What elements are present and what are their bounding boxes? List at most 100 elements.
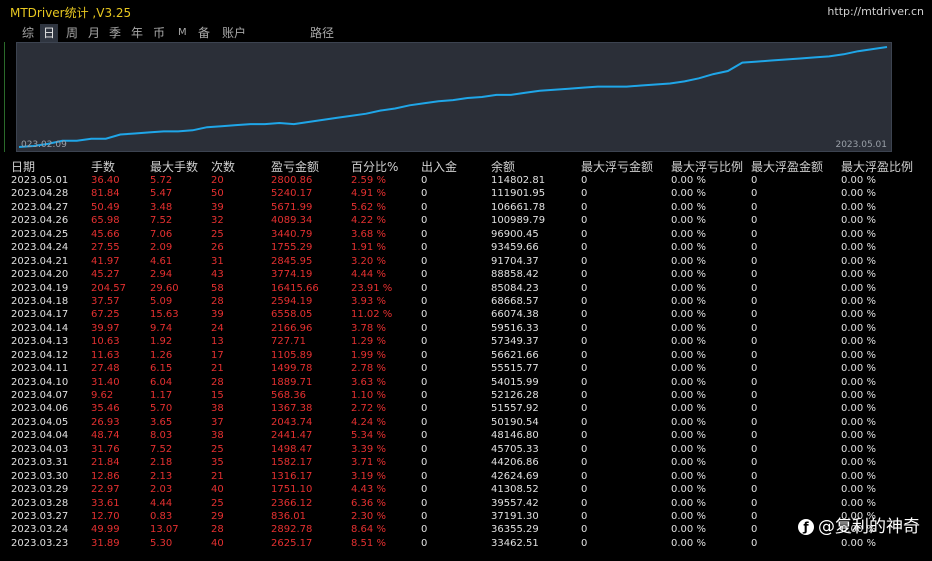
tab-magic[interactable]: M [178,24,187,42]
website-link[interactable]: http://mtdriver.cn [827,5,924,18]
table-row[interactable]: 2023.04.14 39.97 9.74 24 2166.96 3.78 % 0 59516… [0,322,932,335]
table-row[interactable]: 2023.04.06 35.46 5.70 38 1367.38 2.72 % 0 51557… [0,402,932,415]
col-max-float-loss-cell: 0 [581,255,588,267]
tab-day[interactable]: 日 [40,24,59,42]
col-date-cell: 2023.03.27 [11,510,69,522]
table-row[interactable]: 2023.04.27 50.49 3.48 39 5671.99 5.62 % 0 10666… [0,201,932,214]
table-row[interactable]: 2023.04.18 37.57 5.09 28 2594.19 3.93 % 0 68668… [0,295,932,308]
table-row[interactable]: 2023.03.24 49.99 13.07 28 2892.78 8.64 % 0 3635… [0,523,932,536]
col-date-cell: 2023.04.17 [11,309,69,321]
tab-account[interactable]: 账户 [222,24,246,42]
table-header: 日期 手数 最大手数 次数 盈亏金额 百分比% 出入金 余额 最大浮亏金额 最大浮亏比例 最大浮盈金… [0,158,932,175]
col-lots-header[interactable]: 手数 [91,158,115,175]
table-row[interactable]: 2023.04.13 10.63 1.92 13 727.71 1.29 % 0 57349.… [0,335,932,348]
table-row[interactable]: 2023.04.04 48.74 8.03 38 2441.47 5.34 % 0 48146… [0,429,932,442]
col-lots-cell: 45.66 [91,228,120,240]
col-balance-cell: 45705.33 [491,443,539,455]
tab-year[interactable]: 年 [131,24,143,42]
col-max-float-loss-pct-cell: 0.00 % [671,457,706,469]
col-max-float-profit-cell: 0 [751,416,758,428]
col-percent-cell: 4.44 % [351,269,386,281]
tab-quarter[interactable]: 季 [109,24,121,42]
col-date-cell: 2023.03.23 [11,537,69,549]
col-max-float-profit-cell: 0 [751,228,758,240]
col-max-float-loss-pct-header[interactable]: 最大浮亏比例 [671,158,743,175]
table-row[interactable]: 2023.03.27 12.70 0.83 29 836.01 2.30 % 0 37191.… [0,510,932,523]
col-date-cell: 2023.03.24 [11,524,69,536]
col-count-cell: 50 [211,188,224,200]
col-lots-cell: 67.25 [91,309,120,321]
col-lots-cell: 31.40 [91,376,120,388]
col-max-float-loss-pct-cell: 0.00 % [671,363,706,375]
tab-month[interactable]: 月 [88,24,100,42]
col-max-float-loss-cell: 0 [581,242,588,254]
col-count-header[interactable]: 次数 [211,158,235,175]
table-row[interactable]: 2023.04.26 65.98 7.52 32 4089.34 4.22 % 0 10098… [0,214,932,227]
col-max-float-profit-pct-cell: 0.00 % [841,457,876,469]
col-max-float-loss-pct-cell: 0.00 % [671,497,706,509]
col-percent-cell: 1.29 % [351,336,386,348]
tab-path[interactable]: 路径 [310,24,334,42]
col-max-float-profit-pct-header[interactable]: 最大浮盈比例 [841,158,913,175]
table-row[interactable]: 2023.04.07 9.62 1.17 15 568.36 1.10 % 0 52126.2… [0,389,932,402]
col-max-lots-cell: 9.74 [150,322,173,334]
col-pnl-cell: 1367.38 [271,403,313,415]
col-max-float-loss-cell: 0 [581,537,588,549]
table-row[interactable]: 2023.04.24 27.55 2.09 26 1755.29 1.91 % 0 93459… [0,241,932,254]
col-max-float-loss-header[interactable]: 最大浮亏金额 [581,158,653,175]
col-percent-cell: 11.02 % [351,309,393,321]
col-count-cell: 38 [211,430,224,442]
col-lots-cell: 27.48 [91,363,120,375]
col-max-float-profit-pct-cell: 0.00 % [841,403,876,415]
col-date-cell: 2023.04.27 [11,201,69,213]
tab-currency[interactable]: 币 [153,24,165,42]
col-percent-cell: 4.22 % [351,215,386,227]
col-pnl-header[interactable]: 盈亏金额 [271,158,319,175]
col-max-lots-header[interactable]: 最大手数 [150,158,198,175]
col-deposit-cell: 0 [421,443,428,455]
col-max-float-profit-pct-cell: 0.00 % [841,416,876,428]
col-lots-cell: 33.61 [91,497,120,509]
table-row[interactable]: 2023.04.20 45.27 2.94 43 3774.19 4.44 % 0 88858… [0,268,932,281]
table-row[interactable]: 2023.03.30 12.86 2.13 21 1316.17 3.19 % 0 42624… [0,470,932,483]
table-row[interactable]: 2023.03.29 22.97 2.03 40 1751.10 4.43 % 0 41308… [0,483,932,496]
table-row[interactable]: 2023.05.01 36.40 5.72 20 2800.86 2.59 % 0 11480… [0,174,932,187]
table-row[interactable]: 2023.04.19 204.57 29.60 58 16415.66 23.91 % 0 8… [0,282,932,295]
col-date-cell: 2023.04.19 [11,282,69,294]
table-row[interactable]: 2023.04.10 31.40 6.04 28 1889.71 3.63 % 0 54015… [0,376,932,389]
col-deposit-cell: 0 [421,457,428,469]
col-lots-cell: 45.27 [91,269,120,281]
table-row[interactable]: 2023.03.23 31.89 5.30 40 2625.17 8.51 % 0 33462… [0,537,932,550]
col-percent-header[interactable]: 百分比% [351,158,398,175]
col-max-float-loss-pct-cell: 0.00 % [671,537,706,549]
col-deposit-header[interactable]: 出入金 [421,158,457,175]
table-row[interactable]: 2023.04.12 11.63 1.26 17 1105.89 1.99 % 0 56621… [0,349,932,362]
table-row[interactable]: 2023.04.28 81.84 5.47 50 5240.17 4.91 % 0 11190… [0,187,932,200]
table-row[interactable]: 2023.04.17 67.25 15.63 39 6558.05 11.02 % 0 660… [0,308,932,321]
col-pnl-cell: 1499.78 [271,363,313,375]
tab-summary[interactable]: 综 [22,24,34,42]
col-max-lots-cell: 13.07 [150,524,179,536]
col-balance-cell: 48146.80 [491,430,539,442]
col-count-cell: 40 [211,484,224,496]
col-pnl-cell: 2800.86 [271,175,313,186]
table-row[interactable]: 2023.04.11 27.48 6.15 21 1499.78 2.78 % 0 55515… [0,362,932,375]
tab-week[interactable]: 周 [66,24,78,42]
col-date-header[interactable]: 日期 [11,158,35,175]
col-count-cell: 20 [211,175,224,186]
table-row[interactable]: 2023.04.25 45.66 7.06 25 3440.79 3.68 % 0 96900… [0,228,932,241]
col-balance-header[interactable]: 余额 [491,158,515,175]
table-row[interactable]: 2023.03.28 33.61 4.44 25 2366.12 6.36 % 0 39557… [0,497,932,510]
col-pnl-cell: 1751.10 [271,484,313,496]
table-row[interactable]: 2023.04.21 41.97 4.61 31 2845.95 3.20 % 0 91704… [0,255,932,268]
col-count-cell: 31 [211,255,224,267]
table-row[interactable]: 2023.03.31 21.84 2.18 35 1582.17 3.71 % 0 44206… [0,456,932,469]
tab-notes[interactable]: 备 [198,24,210,42]
col-deposit-cell: 0 [421,470,428,482]
col-max-float-profit-pct-cell: 0.00 % [841,470,876,482]
col-balance-cell: 44206.86 [491,457,539,469]
col-max-lots-cell: 1.26 [150,349,173,361]
table-row[interactable]: 2023.04.05 26.93 3.65 37 2043.74 4.24 % 0 50190… [0,416,932,429]
col-max-float-profit-header[interactable]: 最大浮盈金额 [751,158,823,175]
table-row[interactable]: 2023.04.03 31.76 7.52 25 1498.47 3.39 % 0 45705… [0,443,932,456]
